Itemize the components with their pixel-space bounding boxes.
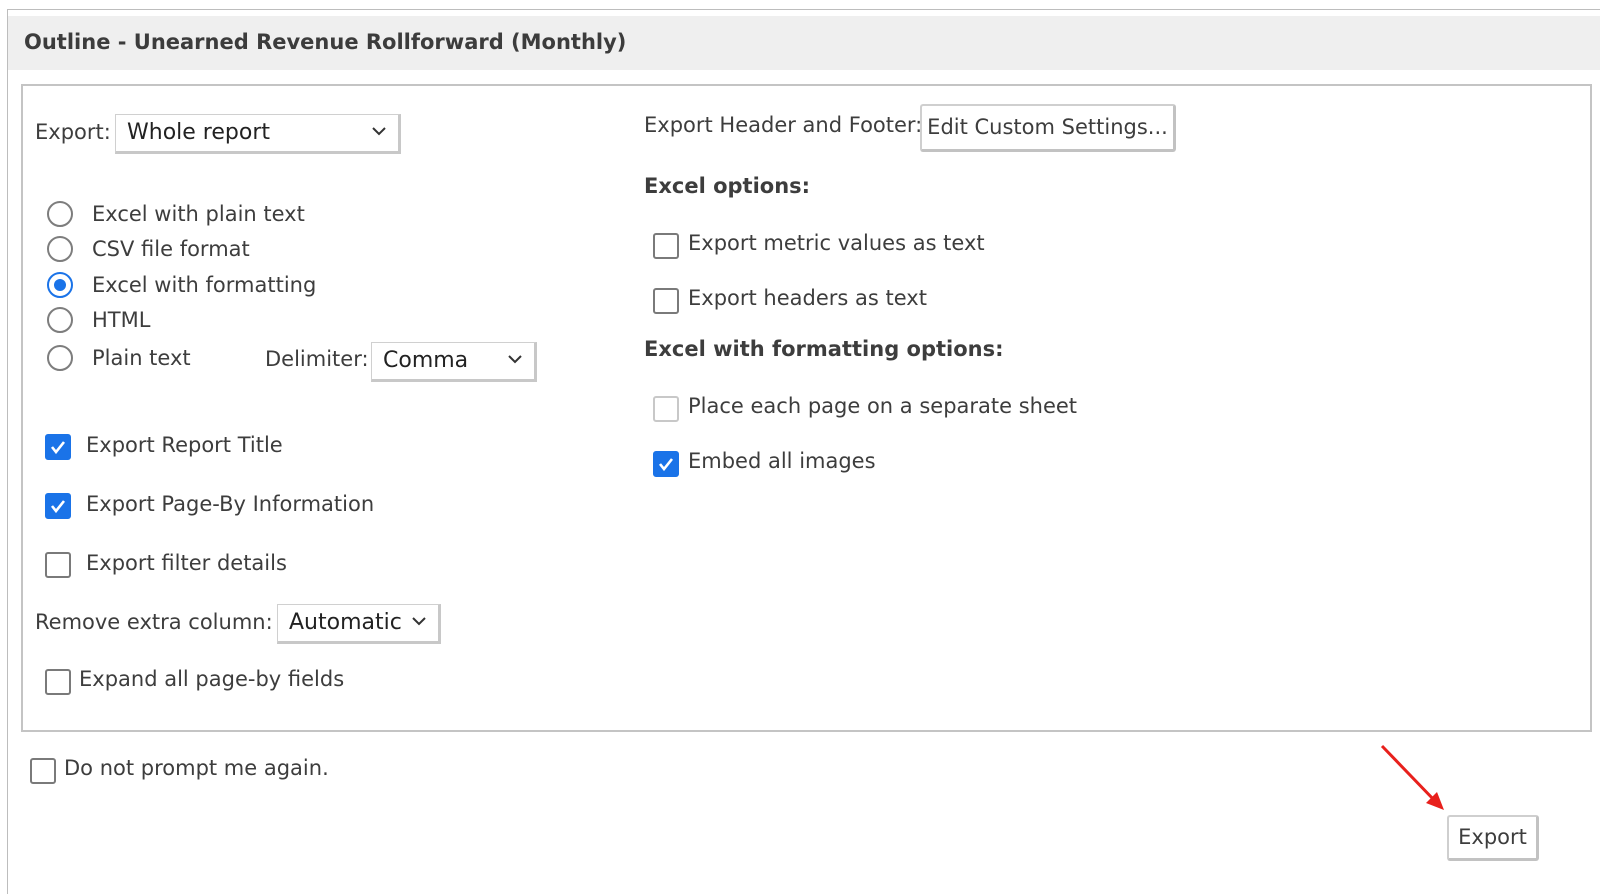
- check-icon: [50, 500, 66, 514]
- dialog-title-bar: Outline - Unearned Revenue Rollforward (…: [8, 16, 1600, 70]
- export-label: Export:: [35, 120, 111, 144]
- checkbox-export-metric-values-text[interactable]: [653, 233, 679, 259]
- delimiter-label: Delimiter:: [265, 347, 369, 371]
- annotation-arrow-icon: [1380, 744, 1444, 810]
- dialog-title: Outline - Unearned Revenue Rollforward (…: [24, 30, 627, 54]
- radio-label-html: HTML: [92, 308, 151, 332]
- radio-label-csv: CSV file format: [92, 237, 250, 261]
- radio-label-excel-plain-text: Excel with plain text: [92, 202, 305, 226]
- checkbox-export-filter-details[interactable]: [45, 552, 71, 578]
- radio-excel-formatting[interactable]: [47, 272, 73, 298]
- label-export-headers-text: Export headers as text: [688, 286, 927, 310]
- header-footer-label: Export Header and Footer:: [644, 113, 923, 137]
- formatting-options-heading: Excel with formatting options:: [644, 337, 1004, 361]
- check-icon: [658, 458, 674, 472]
- radio-html[interactable]: [47, 307, 73, 333]
- radio-excel-plain-text[interactable]: [47, 201, 73, 227]
- chevron-down-icon: [412, 617, 426, 626]
- export-scope-value: Whole report: [127, 120, 270, 145]
- checkbox-export-headers-text[interactable]: [653, 288, 679, 314]
- edit-custom-settings-button[interactable]: Edit Custom Settings...: [920, 104, 1176, 152]
- checkbox-separate-sheet[interactable]: [653, 396, 679, 422]
- export-button[interactable]: Export: [1447, 815, 1539, 861]
- label-export-page-by: Export Page-By Information: [86, 492, 375, 516]
- label-export-filter-details: Export filter details: [86, 551, 287, 575]
- excel-options-heading: Excel options:: [644, 174, 811, 198]
- checkbox-do-not-prompt[interactable]: [30, 758, 56, 784]
- checkbox-export-page-by[interactable]: [45, 493, 71, 519]
- radio-plain-text[interactable]: [47, 345, 73, 371]
- checkbox-embed-images[interactable]: [653, 451, 679, 477]
- checkbox-expand-page-by[interactable]: [45, 669, 71, 695]
- label-embed-images: Embed all images: [688, 449, 876, 473]
- remove-extra-column-value: Automatic: [289, 610, 402, 635]
- radio-csv[interactable]: [47, 236, 73, 262]
- radio-label-excel-formatting: Excel with formatting: [92, 273, 317, 297]
- delimiter-select[interactable]: Comma: [371, 342, 537, 382]
- export-scope-select[interactable]: Whole report: [115, 114, 401, 154]
- check-icon: [50, 441, 66, 455]
- label-export-report-title: Export Report Title: [86, 433, 283, 457]
- label-export-metric-values-text: Export metric values as text: [688, 231, 985, 255]
- radio-label-plain-text: Plain text: [92, 346, 191, 370]
- remove-extra-column-select[interactable]: Automatic: [277, 604, 441, 644]
- label-do-not-prompt: Do not prompt me again.: [64, 756, 329, 780]
- label-expand-page-by: Expand all page-by fields: [79, 667, 345, 691]
- delimiter-value: Comma: [383, 348, 469, 373]
- remove-extra-column-label: Remove extra column:: [35, 610, 273, 634]
- chevron-down-icon: [508, 355, 522, 364]
- checkbox-export-report-title[interactable]: [45, 434, 71, 460]
- label-separate-sheet: Place each page on a separate sheet: [688, 394, 1078, 418]
- chevron-down-icon: [372, 127, 386, 136]
